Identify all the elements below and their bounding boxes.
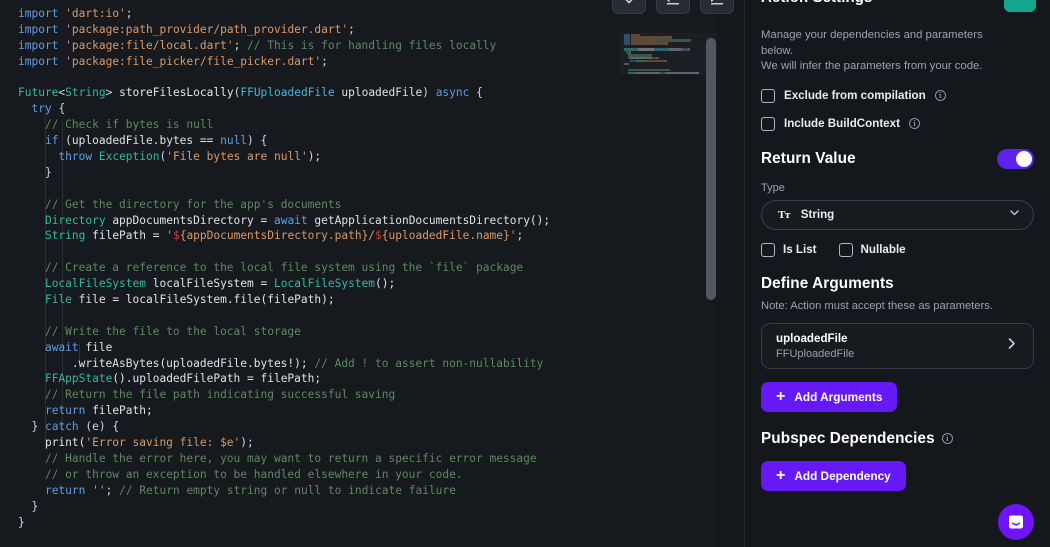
info-icon[interactable]: i [934, 90, 946, 101]
checkbox-label: Include BuildContext [784, 117, 900, 130]
code-line: // Handle the error here, you may want t… [44, 451, 537, 465]
intercom-launcher[interactable] [998, 504, 1034, 540]
panel-description: Manage your dependencies and parameters … [761, 28, 1034, 75]
checkbox-is-list[interactable]: Is List [761, 242, 817, 257]
format-indent-increase-icon[interactable] [700, 0, 734, 14]
code-line: import 'dart:io'; [18, 7, 133, 20]
return-type-options: Is List Nullable [761, 242, 1034, 257]
panel-title: Action Settings [761, 0, 873, 6]
plus-icon: + [776, 387, 786, 405]
action-settings-panel: Action Settings Manage your dependencies… [745, 0, 1050, 547]
chat-bubble-icon [1009, 515, 1023, 529]
code-line: LocalFileSystem localFileSystem = LocalF… [44, 277, 396, 291]
text-format-icon: Tт [778, 208, 790, 221]
checkbox-label: Exclude from compilation [784, 89, 926, 102]
code-vertical-scrollbar[interactable] [706, 0, 716, 547]
code-line: import 'package:file_picker/file_picker.… [18, 54, 328, 68]
panel-description-line1: Manage your dependencies and parameters [761, 29, 983, 41]
define-arguments-note: Note: Action must accept these as parame… [761, 299, 993, 312]
scrollbar-thumb[interactable] [706, 38, 716, 300]
panel-primary-action-button[interactable] [1004, 0, 1036, 12]
code-line: return filePath; [44, 404, 153, 418]
editor-right-gutter [717, 0, 745, 547]
add-dependency-label: Add Dependency [794, 468, 891, 483]
code-surface[interactable]: import 'dart:io'; import 'package:path_pr… [0, 0, 712, 547]
pubspec-section-header: Pubspec Dependencies i [761, 430, 1034, 448]
code-line: try { [31, 102, 66, 116]
checkbox-label: Nullable [860, 243, 906, 256]
code-line: // Return the file path indicating succe… [44, 388, 396, 402]
code-line: if (uploadedFile.bytes == null) { [44, 134, 268, 148]
panel-description-line2: below. [761, 44, 794, 57]
format-indent-decrease-icon[interactable] [656, 0, 690, 14]
checkbox-include-buildcontext[interactable]: Include BuildContext i [761, 116, 1034, 131]
code-line: // Create a reference to the local file … [44, 261, 524, 275]
code-line: print('Error saving file: $e'); [18, 436, 254, 450]
code-line: String filePath = '${appDocumentsDirecto… [44, 229, 524, 243]
checkbox-exclude-from-compilation[interactable]: Exclude from compilation i [761, 88, 1034, 103]
chevron-down-icon[interactable] [612, 0, 646, 14]
return-value-section-header: Return Value [761, 148, 1034, 169]
code-line: } [18, 165, 52, 179]
info-icon[interactable]: i [908, 118, 920, 129]
app-root: import 'dart:io'; import 'package:path_pr… [0, 0, 1050, 547]
checkbox-box[interactable] [761, 242, 775, 257]
code-line: throw Exception('File bytes are null'); [58, 150, 322, 164]
return-type-value: String [800, 208, 835, 221]
return-value-title: Return Value [761, 149, 856, 167]
code-line: } catch (e) { [18, 420, 120, 434]
argument-name: uploadedFile [776, 331, 848, 345]
checkbox-box[interactable] [838, 242, 853, 257]
code-line: // Write the file to the local storage [44, 324, 301, 338]
add-arguments-label: Add Arguments [794, 389, 883, 404]
type-field-label: Type [761, 181, 785, 194]
code-line: } [18, 515, 25, 529]
add-arguments-button[interactable]: + Add Arguments [761, 381, 898, 412]
code-editor-pane: import 'dart:io'; import 'package:path_pr… [0, 0, 745, 547]
editor-toolbar [612, 0, 734, 14]
checkbox-box[interactable] [761, 88, 775, 103]
code-line: return ''; // Return empty string or nul… [44, 483, 456, 497]
checkbox-nullable[interactable]: Nullable [838, 242, 906, 257]
info-icon[interactable]: i [941, 433, 953, 444]
checkbox-label: Is List [783, 243, 817, 256]
pubspec-title: Pubspec Dependencies [761, 429, 935, 447]
code-line: FFAppState().uploadedFilePath = filePath… [44, 372, 322, 386]
code-line: .writeAsBytes(uploadedFile.bytes!); // A… [18, 356, 544, 370]
code-line: // or throw an exception to be handled e… [44, 467, 463, 481]
return-type-select[interactable]: Tт String [761, 199, 1034, 230]
plus-icon: + [776, 466, 786, 484]
chevron-down-icon[interactable] [1008, 206, 1021, 224]
code-line: } [18, 499, 39, 513]
chevron-right-icon[interactable] [1004, 336, 1019, 356]
panel-description-line3: We will infer the parameters from your c… [761, 60, 983, 72]
add-dependency-button[interactable]: + Add Dependency [761, 460, 906, 491]
return-value-toggle[interactable] [997, 148, 1034, 169]
define-arguments-title: Define Arguments [761, 274, 894, 292]
argument-row-uploadedfile[interactable]: uploadedFile FFUploadedFile [761, 322, 1034, 369]
code-line: Future<String> storeFilesLocally(FFUploa… [18, 86, 483, 100]
code-line: import 'package:path_provider/path_provi… [18, 22, 355, 36]
argument-type: FFUploadedFile [776, 347, 855, 360]
code-line: await file [44, 340, 113, 354]
code-line: // Check if bytes is null [44, 118, 214, 132]
argument-info: uploadedFile FFUploadedFile [776, 332, 854, 360]
code-line: // Get the directory for the app's docum… [44, 197, 342, 211]
code-line: import 'package:file/local.dart'; // Thi… [18, 38, 497, 52]
code-text[interactable]: import 'dart:io'; import 'package:path_pr… [0, 6, 712, 530]
code-line: File file = localFileSystem.file(filePat… [44, 293, 335, 307]
checkbox-box[interactable] [761, 116, 775, 131]
code-line: Directory appDocumentsDirectory = await … [44, 213, 551, 227]
